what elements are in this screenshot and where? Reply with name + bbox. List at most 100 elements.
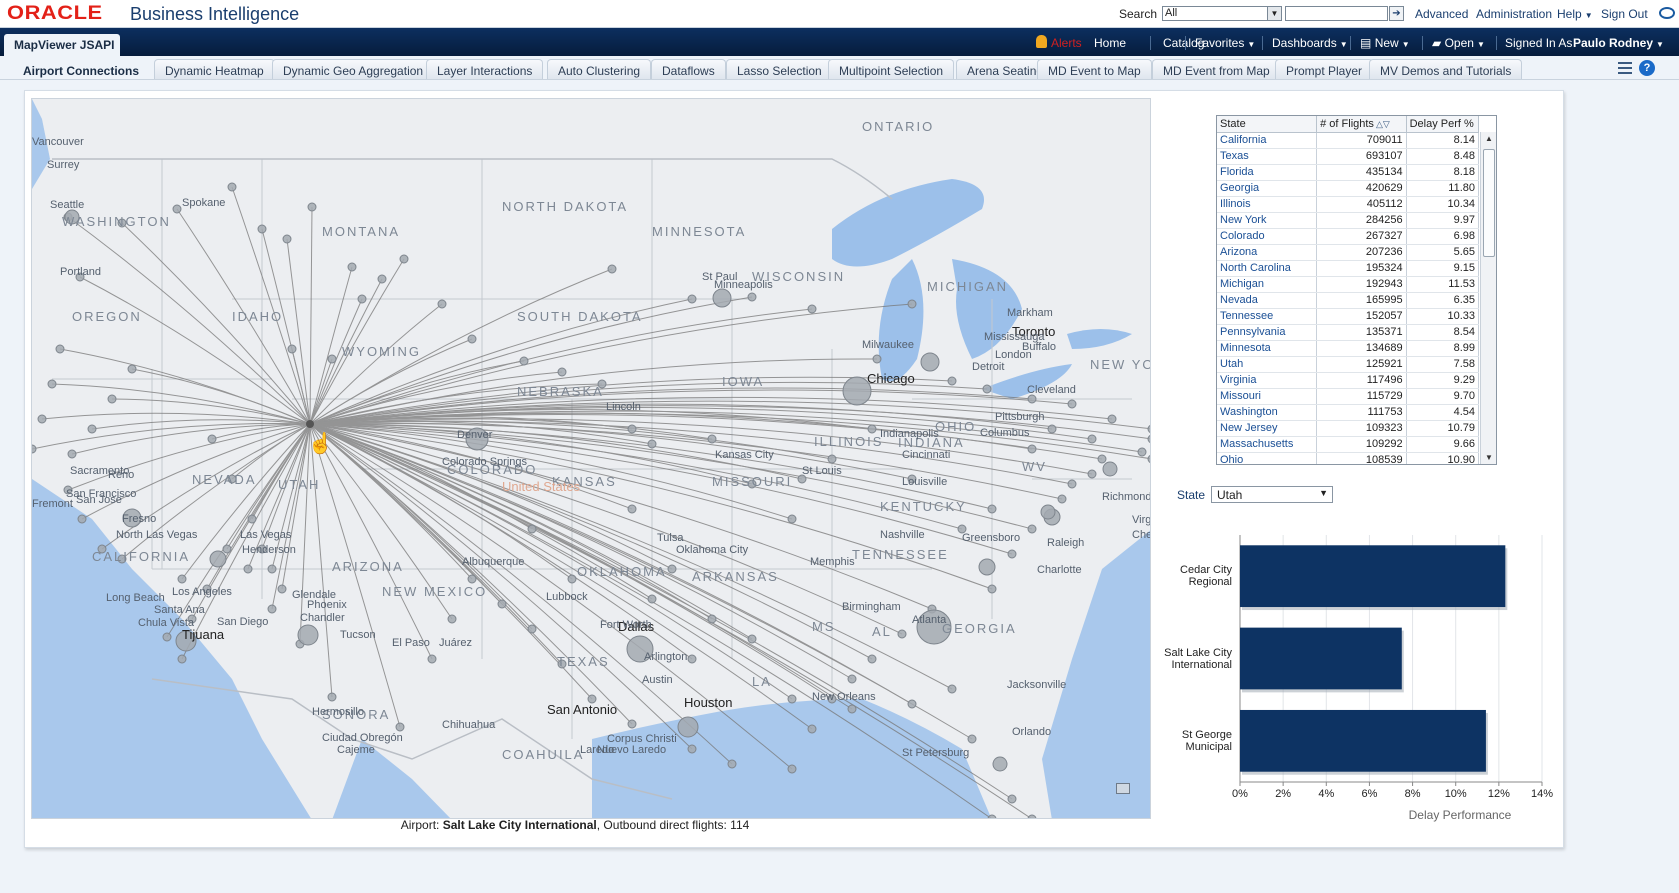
city-label: Lubbock [546,591,588,603]
user-menu[interactable]: Paulo Rodney ▼ [1573,36,1664,50]
home-link[interactable]: Home [1094,36,1126,50]
bar [1240,627,1402,690]
delay-cell: 11.53 [1406,276,1480,293]
airport-marker [747,292,757,302]
airport-marker [687,744,697,754]
airport-marker [1067,399,1077,409]
state-cell[interactable]: Arizona [1217,244,1318,261]
alerts-bell-icon[interactable] [1036,35,1047,48]
table-scrollbar[interactable]: ▲ ▼ [1480,132,1496,464]
city-label: Ciudad Obregón [322,732,403,744]
tab-mv-demos-and-tutorials[interactable]: MV Demos and Tutorials [1369,59,1523,79]
city-label: Cajeme [337,744,375,756]
state-cell[interactable]: Pennsylvania [1217,324,1318,341]
top-header: ORACLE Business Intelligence Search All ▼… [0,0,1679,28]
flights-cell: 115729 [1316,388,1407,405]
state-cell[interactable]: Florida [1217,164,1318,181]
region-label: TEXAS [557,654,610,669]
dashboards-menu[interactable]: Dashboards ▼ [1272,36,1348,50]
page-options-icon[interactable] [1618,62,1632,74]
dashboard-tab[interactable]: MapViewer JSAPI [4,34,120,56]
global-nav-bar: MapViewer JSAPI Alerts Home Catalog Favo… [0,28,1679,56]
tab-md-event-to-map[interactable]: MD Event to Map [1037,59,1152,79]
state-cell[interactable]: Virginia [1217,372,1318,389]
bar [1240,709,1486,772]
city-label: Chesapeake [1132,529,1150,541]
city-label: Nuevo Laredo [597,744,667,756]
airport-marker [47,379,57,389]
airport-marker [647,594,657,604]
state-cell[interactable]: Georgia [1217,180,1318,197]
alerts-link[interactable]: Alerts [1051,36,1082,50]
scroll-up-icon[interactable]: ▲ [1484,134,1494,143]
column-header-state[interactable]: State [1217,116,1318,133]
state-cell[interactable]: New Jersey [1217,420,1318,437]
state-cell[interactable]: Texas [1217,148,1318,165]
scroll-down-icon[interactable]: ▼ [1484,453,1494,462]
state-cell[interactable]: Colorado [1217,228,1318,245]
tab-dynamic-geo-aggregation[interactable]: Dynamic Geo Aggregation [272,59,435,79]
tab-dynamic-heatmap[interactable]: Dynamic Heatmap [154,59,275,79]
state-cell[interactable]: Massachusetts [1217,436,1318,453]
column-header-delay[interactable]: Delay Perf % [1406,116,1480,133]
state-cell[interactable]: Ohio [1217,452,1318,464]
map-overview-icon[interactable] [1116,783,1130,794]
new-menu[interactable]: ▤ New ▼ [1360,36,1410,50]
state-cell[interactable]: Missouri [1217,388,1318,405]
administration-link[interactable]: Administration [1476,7,1552,21]
state-cell[interactable]: Michigan [1217,276,1318,293]
state-cell[interactable]: Nevada [1217,292,1318,309]
tab-multipoint-selection[interactable]: Multipoint Selection [828,59,955,79]
city-label: Columbus [980,427,1030,439]
city-label: Arlington [644,651,688,663]
airport-marker [1047,424,1057,434]
flight-map[interactable]: ☝ ONTARIO NORTH DAKOTA MINNESOTA MONTANA WAS… [31,98,1151,819]
tab-prompt-player[interactable]: Prompt Player [1275,59,1374,79]
flights-cell: 152057 [1316,308,1407,325]
airport-marker [897,629,907,639]
city-label: Houston [684,695,733,710]
state-cell[interactable]: New York [1217,212,1318,229]
tab-lasso-selection[interactable]: Lasso Selection [726,59,833,79]
help-menu[interactable]: Help ▼ [1557,7,1593,21]
sign-out-link[interactable]: Sign Out [1601,7,1648,21]
advanced-link[interactable]: Advanced [1415,7,1468,21]
tab-dataflows[interactable]: Dataflows [651,59,726,79]
tab-md-event-from-map[interactable]: MD Event from Map [1152,59,1281,79]
city-label: Tulsa [657,532,684,544]
city-label: Milwaukee [862,339,914,351]
tab-auto-clustering[interactable]: Auto Clustering [547,59,652,79]
favorites-menu[interactable]: Favorites ▼ [1195,36,1255,50]
state-cell[interactable]: Utah [1217,356,1318,373]
airport-marker [978,558,996,576]
state-prompt-select[interactable]: Utah ▼ [1211,486,1333,503]
airport-marker [277,584,287,594]
open-menu[interactable]: ▰ Open ▼ [1432,36,1485,50]
delay-cell: 9.66 [1406,436,1480,453]
state-cell[interactable]: Minnesota [1217,340,1318,357]
table-row: Missouri 115729 9.70 [1217,388,1480,405]
category-label-line: International [1171,658,1232,671]
search-input[interactable] [1285,6,1388,21]
airport-marker [395,722,405,732]
sign-out-icon[interactable] [1659,7,1675,19]
category-label-line: Regional [1188,576,1232,589]
airport-marker [427,654,437,664]
city-label: United States [502,479,581,494]
state-cell[interactable]: Tennessee [1217,308,1318,325]
scrollbar-thumb[interactable] [1483,149,1495,257]
column-header-flights[interactable]: # of Flights △▽ [1316,116,1407,133]
state-cell[interactable]: California [1217,132,1318,149]
help-icon[interactable]: ? [1639,60,1655,76]
state-cell[interactable]: North Carolina [1217,260,1318,277]
search-scope-select[interactable]: All ▼ [1162,6,1282,21]
delay-bar-chart: Cedar City Regional Salt Lake City Internat… [1160,520,1560,822]
delay-cell: 8.14 [1406,132,1480,149]
state-cell[interactable]: Washington [1217,404,1318,421]
region-label: ARIZONA [332,559,404,574]
tab-airport-connections[interactable]: Airport Connections [12,59,150,79]
tab-layer-interactions[interactable]: Layer Interactions [426,59,544,79]
state-cell[interactable]: Illinois [1217,196,1318,213]
sort-descending-icon[interactable]: △▽ [1376,119,1390,130]
search-go-button[interactable]: ➔ [1389,6,1404,21]
